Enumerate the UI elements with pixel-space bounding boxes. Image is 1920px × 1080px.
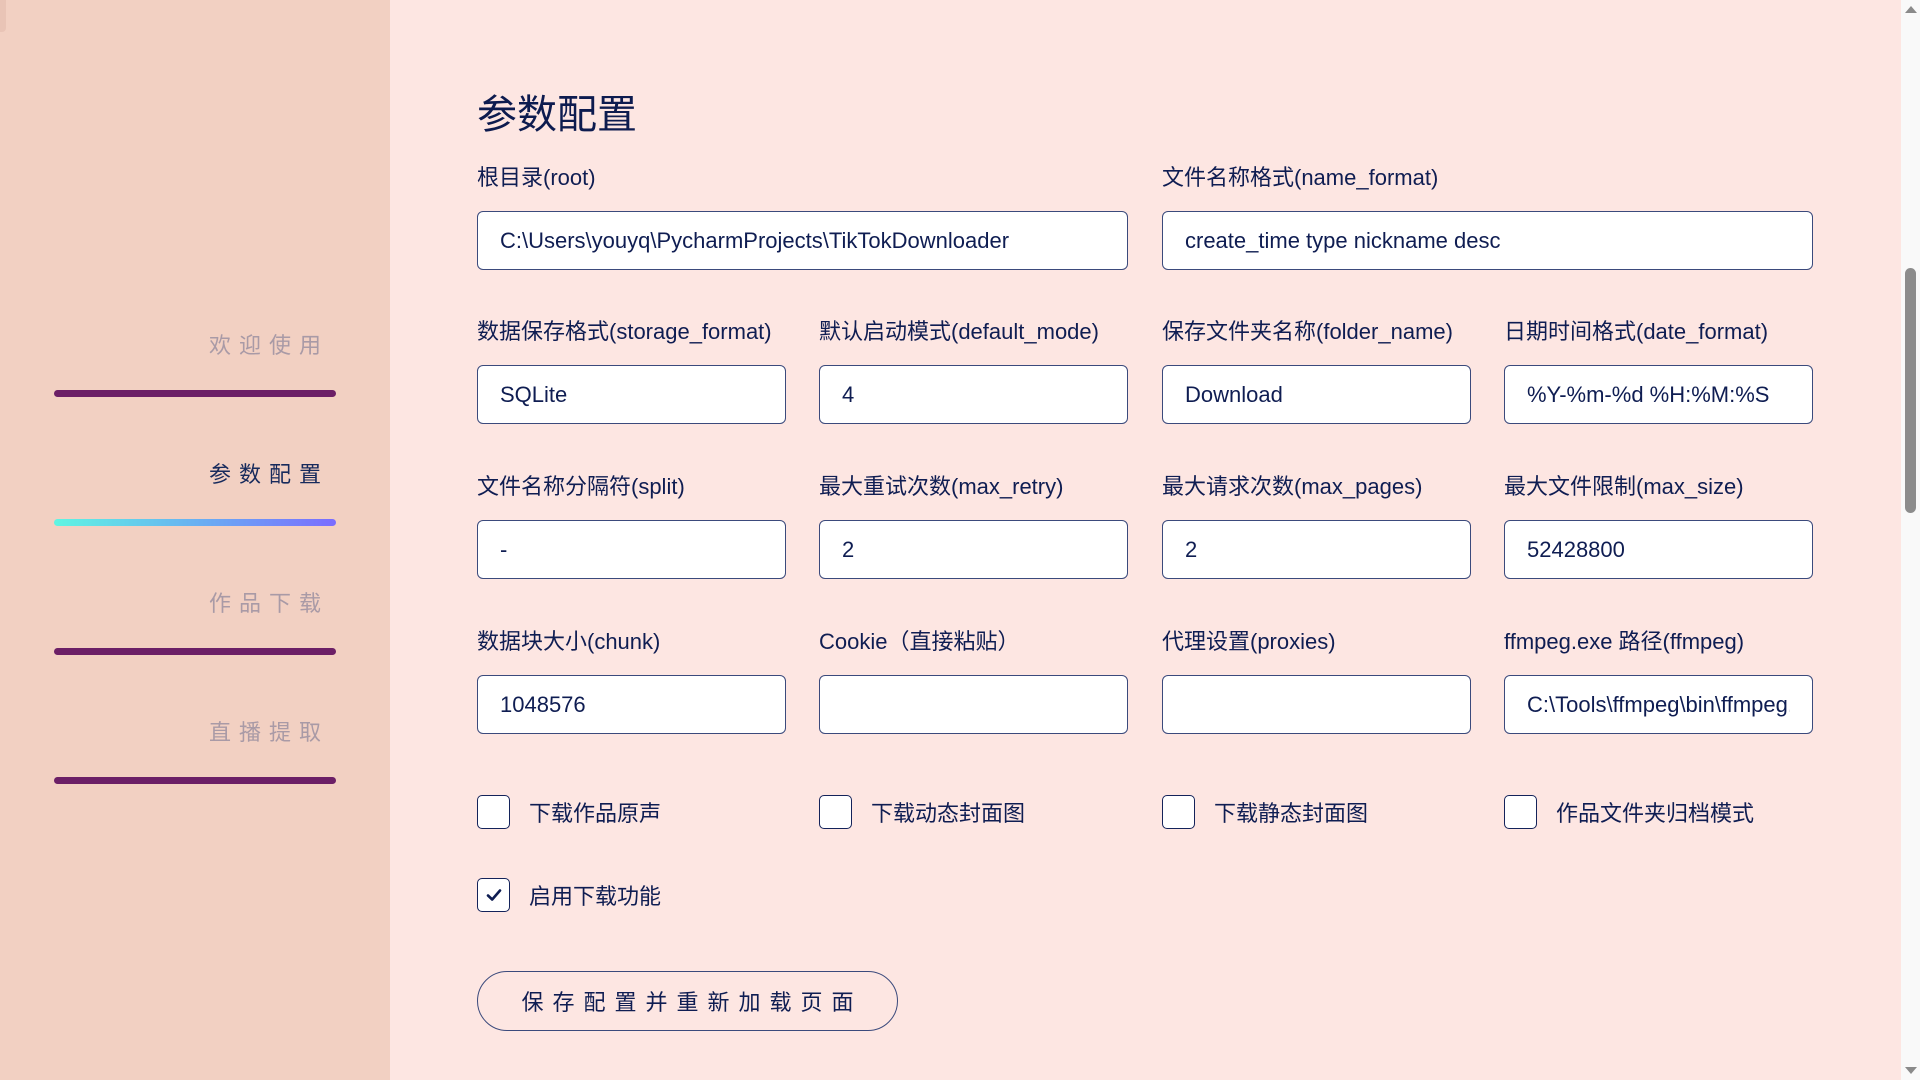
max-pages-field: 最大请求次数(max_pages)	[1162, 474, 1471, 579]
proxies-input[interactable]	[1162, 675, 1471, 734]
default-mode-input[interactable]	[819, 365, 1128, 424]
storage-format-field: 数据保存格式(storage_format)	[477, 319, 786, 424]
scroll-up-arrow-icon[interactable]	[1905, 6, 1917, 13]
checkbox-box[interactable]	[819, 795, 852, 829]
split-label: 文件名称分隔符(split)	[477, 474, 685, 499]
storage-format-label: 数据保存格式(storage_format)	[477, 319, 772, 344]
storage-format-input[interactable]	[477, 365, 786, 424]
dynamic-cover-checkbox-label: 下载动态封面图	[871, 801, 1026, 826]
original-cover-checkbox[interactable]: 下载静态封面图	[1162, 795, 1368, 829]
folder-mode-checkbox[interactable]: 作品文件夹归档模式	[1504, 795, 1754, 829]
download-enable-checkbox-label: 启用下载功能	[529, 884, 662, 909]
sidebar-item-underline	[54, 777, 336, 784]
sidebar-item-label: 直播提取	[208, 720, 329, 745]
split-input[interactable]	[477, 520, 786, 579]
download-enable-checkbox[interactable]: 启用下载功能	[477, 878, 661, 912]
date-format-field: 日期时间格式(date_format)	[1504, 319, 1813, 424]
root-input[interactable]	[477, 211, 1128, 270]
chunk-label: 数据块大小(chunk)	[477, 629, 661, 654]
checkbox-box[interactable]	[477, 795, 510, 829]
max-retry-input[interactable]	[819, 520, 1128, 579]
music-checkbox-label: 下载作品原声	[529, 801, 662, 826]
sidebar-corner-tab	[0, 0, 6, 32]
name-format-field: 文件名称格式(name_format)	[1162, 165, 1813, 270]
default-mode-label: 默认启动模式(default_mode)	[819, 319, 1099, 344]
split-field: 文件名称分隔符(split)	[477, 474, 786, 579]
proxies-field: 代理设置(proxies)	[1162, 629, 1471, 734]
sidebar-item-welcome[interactable]: 欢迎使用	[54, 307, 336, 397]
root-label: 根目录(root)	[477, 165, 596, 190]
checkbox-box[interactable]	[1504, 795, 1537, 829]
checkmark-icon	[486, 889, 501, 901]
save-and-reload-button[interactable]: 保存配置并重新加载页面	[477, 971, 898, 1031]
checkbox-box-checked[interactable]	[477, 878, 510, 912]
max-size-input[interactable]	[1504, 520, 1813, 579]
page-title: 参数配置	[477, 93, 637, 137]
sidebar: 欢迎使用 参数配置 作品下载 直播提取	[0, 0, 390, 1080]
max-pages-input[interactable]	[1162, 520, 1471, 579]
music-checkbox[interactable]: 下载作品原声	[477, 795, 661, 829]
cookie-field: Cookie（直接粘贴）	[819, 629, 1128, 734]
scrollbar-thumb[interactable]	[1905, 268, 1916, 513]
sidebar-item-label: 作品下载	[208, 591, 329, 616]
sidebar-item-download[interactable]: 作品下载	[54, 565, 336, 655]
folder-name-field: 保存文件夹名称(folder_name)	[1162, 319, 1471, 424]
chunk-field: 数据块大小(chunk)	[477, 629, 786, 734]
checkbox-box[interactable]	[1162, 795, 1195, 829]
max-retry-field: 最大重试次数(max_retry)	[819, 474, 1128, 579]
sidebar-item-underline	[54, 390, 336, 397]
folder-name-input[interactable]	[1162, 365, 1471, 424]
name-format-label: 文件名称格式(name_format)	[1162, 165, 1439, 190]
original-cover-checkbox-label: 下载静态封面图	[1214, 801, 1369, 826]
ffmpeg-field: ffmpeg.exe 路径(ffmpeg)	[1504, 629, 1813, 734]
sidebar-item-label: 参数配置	[208, 462, 329, 487]
sidebar-item-settings[interactable]: 参数配置	[54, 436, 336, 526]
sidebar-item-label: 欢迎使用	[208, 333, 329, 358]
chunk-input[interactable]	[477, 675, 786, 734]
folder-mode-checkbox-label: 作品文件夹归档模式	[1556, 801, 1755, 826]
sidebar-item-active-underline	[54, 519, 336, 526]
vertical-scrollbar[interactable]	[1901, 0, 1920, 1080]
proxies-label: 代理设置(proxies)	[1162, 629, 1336, 654]
settings-panel: 参数配置 根目录(root) 文件名称格式(name_format) 数据保存格…	[390, 0, 1901, 1080]
ffmpeg-label: ffmpeg.exe 路径(ffmpeg)	[1504, 629, 1745, 654]
ffmpeg-input[interactable]	[1504, 675, 1813, 734]
default-mode-field: 默认启动模式(default_mode)	[819, 319, 1128, 424]
max-size-field: 最大文件限制(max_size)	[1504, 474, 1813, 579]
root-field: 根目录(root)	[477, 165, 1128, 270]
dynamic-cover-checkbox[interactable]: 下载动态封面图	[819, 795, 1025, 829]
name-format-input[interactable]	[1162, 211, 1813, 270]
max-retry-label: 最大重试次数(max_retry)	[819, 474, 1064, 499]
date-format-label: 日期时间格式(date_format)	[1504, 319, 1769, 344]
cookie-label: Cookie（直接粘贴）	[819, 629, 1020, 654]
sidebar-item-live[interactable]: 直播提取	[54, 694, 336, 784]
date-format-input[interactable]	[1504, 365, 1813, 424]
cookie-input[interactable]	[819, 675, 1128, 734]
sidebar-item-underline	[54, 648, 336, 655]
max-size-label: 最大文件限制(max_size)	[1504, 474, 1744, 499]
scroll-down-arrow-icon[interactable]	[1905, 1067, 1917, 1074]
folder-name-label: 保存文件夹名称(folder_name)	[1162, 319, 1453, 344]
max-pages-label: 最大请求次数(max_pages)	[1162, 474, 1423, 499]
